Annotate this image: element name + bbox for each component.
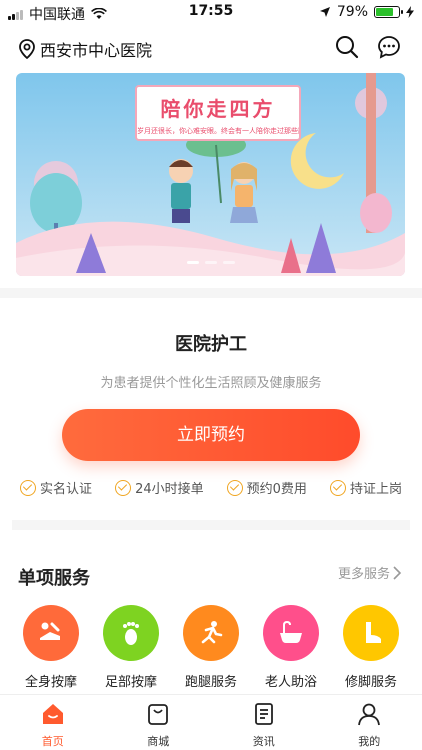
runner-icon — [183, 605, 239, 661]
battery-level — [376, 8, 394, 16]
message-icon[interactable] — [376, 34, 402, 60]
carousel-dot[interactable] — [186, 261, 199, 264]
bottom-tab-bar: 首页 商城 资讯 我的 — [0, 694, 422, 750]
feature-label: 24小时接单 — [135, 482, 204, 497]
user-icon — [358, 703, 381, 726]
feature-label: 实名认证 — [40, 482, 93, 497]
book-now-button[interactable]: 立即预约 — [62, 409, 360, 461]
battery-percent: 79% — [336, 4, 368, 20]
banner-title-card: 陪你走四方 岁月还很长，你心难安眼。终会有一人陪你走过那些路 — [135, 85, 301, 141]
service-item[interactable]: 跑腿服务 — [174, 605, 248, 690]
tab-profile[interactable]: 我的 — [317, 695, 422, 750]
service-label: 足部按摩 — [104, 675, 157, 690]
banner-title: 陪你走四方 — [160, 97, 276, 121]
news-icon — [254, 703, 273, 725]
promo-banner[interactable]: 陪你走四方 岁月还很长，你心难安眼。终会有一人陪你走过那些路 — [16, 73, 405, 276]
search-icon[interactable] — [334, 34, 360, 60]
more-services-label: 更多服务 — [337, 567, 390, 582]
location-arrow-icon — [319, 7, 330, 17]
feature-item: 24小时接单 — [115, 478, 204, 497]
feature-label: 持证上岗 — [349, 482, 402, 497]
service-label: 跑腿服务 — [184, 675, 237, 690]
charging-icon — [406, 6, 414, 18]
battery-icon — [374, 6, 403, 18]
check-icon — [226, 479, 243, 496]
system-indicators: 79% — [319, 4, 414, 20]
location-selector[interactable]: 西安市中心医院 — [18, 37, 152, 61]
carousel-dot[interactable] — [222, 261, 235, 264]
more-services-link[interactable]: 更多服务 — [338, 563, 402, 582]
section-divider — [0, 288, 422, 298]
home-icon — [42, 704, 63, 724]
check-icon — [329, 479, 346, 496]
tab-label: 资讯 — [252, 735, 275, 748]
tab-label: 我的 — [358, 735, 381, 748]
top-header: 西安市中心医院 — [0, 30, 422, 66]
location-pin-icon — [19, 39, 35, 59]
care-subtitle: 为患者提供个性化生活照顾及健康服务 — [100, 376, 322, 391]
service-item[interactable]: 修脚服务 — [334, 605, 408, 690]
service-item[interactable]: 全身按摩 — [14, 605, 88, 690]
chevron-right-icon — [393, 565, 402, 580]
carousel-dot[interactable] — [204, 261, 217, 264]
feature-list: 实名认证 24小时接单 预约0费用 持证上岗 — [20, 478, 402, 497]
feature-item: 实名认证 — [20, 478, 92, 497]
massage-icon — [23, 605, 79, 661]
section-divider — [12, 520, 410, 530]
foot-icon — [343, 605, 399, 661]
care-title: 医院护工 — [175, 334, 247, 355]
tab-news[interactable]: 资讯 — [211, 695, 317, 750]
location-name: 西安市中心医院 — [40, 41, 153, 60]
tab-mall[interactable]: 商城 — [106, 695, 212, 750]
check-icon — [20, 479, 36, 496]
service-item[interactable]: 老人助浴 — [254, 605, 328, 690]
bathtub-icon — [263, 605, 319, 661]
tab-label: 商城 — [147, 735, 170, 748]
feature-item: 持证上岗 — [329, 478, 402, 497]
service-label: 老人助浴 — [264, 675, 317, 690]
feature-item: 预约0费用 — [226, 478, 307, 497]
services-title: 单项服务 — [18, 568, 90, 589]
service-label: 全身按摩 — [24, 675, 77, 690]
carousel-indicator — [16, 261, 405, 264]
feature-label: 预约0费用 — [246, 482, 307, 497]
shopping-bag-icon — [148, 704, 169, 725]
footprint-icon — [103, 605, 159, 661]
check-icon — [115, 479, 132, 496]
banner-subtitle: 岁月还很长，你心难安眼。终会有一人陪你走过那些路 — [137, 127, 299, 135]
service-label: 修脚服务 — [344, 675, 397, 690]
status-bar: 中国联通 17:55 79% — [0, 0, 422, 24]
tab-label: 首页 — [41, 735, 64, 748]
service-item[interactable]: 足部按摩 — [94, 605, 168, 690]
service-grid: 全身按摩 足部按摩 跑腿服务 老人助浴 修脚服务 — [14, 605, 408, 690]
tab-home[interactable]: 首页 — [0, 695, 106, 750]
